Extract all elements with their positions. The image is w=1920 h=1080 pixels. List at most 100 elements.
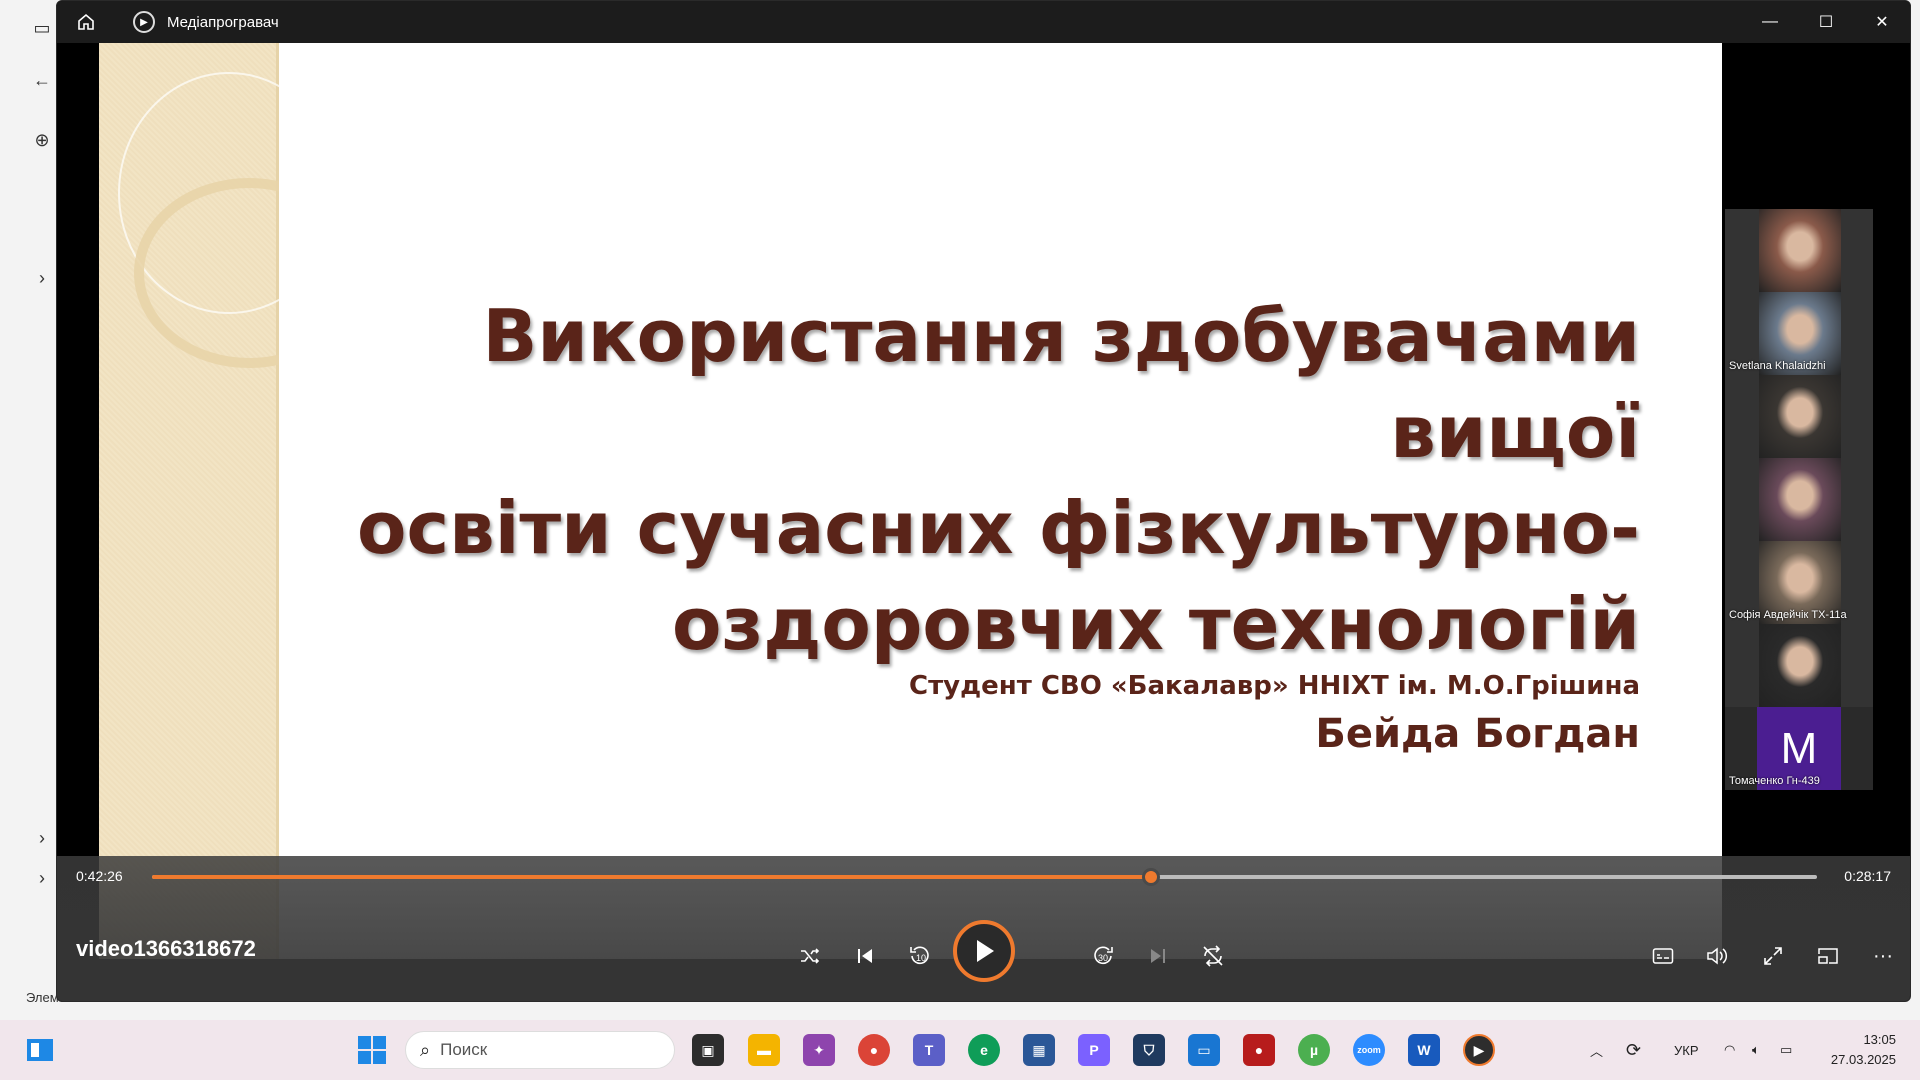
search-icon: ⌕ [420,1039,431,1060]
mini-player-button[interactable] [1810,938,1846,974]
app-p-button[interactable]: P [1078,1034,1110,1066]
next-icon [1151,949,1165,963]
widgets-icon [27,1039,53,1061]
back-arrow-icon[interactable]: ← [28,66,56,94]
repeat-button[interactable] [1195,938,1231,974]
chevron-right-icon[interactable]: › [28,264,56,292]
participant-tile: Svetlana Khalaidzhi [1725,292,1873,375]
elapsed-time: 0:42:26 [76,868,123,884]
seek-progress [152,875,1151,879]
word-button[interactable]: W [1408,1034,1440,1066]
forward-30-icon: 30 [1094,946,1113,965]
slide-title-line: оздоровчих технологій [671,582,1640,666]
word-icon: W [1417,1042,1431,1058]
rewind-10-button[interactable]: 10 [902,938,938,974]
fullscreen-icon [1764,947,1782,965]
previous-icon [858,949,872,963]
captions-icon [1652,948,1674,964]
participant-strip: Svetlana Khalaidzhi Софія Авдейчік ТХ-11а… [1725,209,1873,790]
volume-tray-button[interactable]: 🔈︎ [1752,1020,1760,1080]
sync-icon: ⟳ [1626,1039,1642,1060]
windows-logo-icon [358,1036,386,1064]
previous-button[interactable] [847,938,883,974]
recorder-icon: ● [1254,1042,1264,1058]
chevron-right-icon[interactable]: › [28,864,56,892]
search-placeholder: Поиск [440,1040,488,1059]
start-button[interactable] [356,1034,388,1066]
taskbar: ⌕ Поиск ▣ ▬ ✦ ● T e ▦ P ⛉ ▭ ● µ zoom W ▶… [0,1020,1920,1080]
recorder-button[interactable]: ● [1243,1034,1275,1066]
home-button[interactable] [57,1,115,43]
security-app-button[interactable]: ⛉ [1133,1034,1165,1066]
participant-name: Софія Авдейчік ТХ-11а [1729,609,1847,621]
zoom-button[interactable]: zoom [1353,1034,1385,1066]
media-player-taskbar-button[interactable]: ▶ [1463,1034,1495,1066]
utorrent-icon: µ [1309,1042,1319,1058]
participant-tile: M Томаченко Гн-439 [1725,707,1873,790]
maximize-button[interactable]: ☐ [1798,1,1854,43]
battery-icon: ▭ [1780,1042,1793,1057]
title-bar: ▶ Медіапрогравач — ☐ ✕ [57,1,1910,43]
volume-button[interactable] [1700,938,1736,974]
language-indicator[interactable]: УКР [1674,1020,1699,1080]
utorrent-button[interactable]: µ [1298,1034,1330,1066]
teams-button[interactable]: T [913,1034,945,1066]
battery-button[interactable]: ▭ [1780,1020,1792,1080]
window-title: Медіапрогравач [167,13,279,31]
participant-tile: Софія Авдейчік ТХ-11а [1725,541,1873,624]
minimize-button[interactable]: — [1742,1,1798,43]
slide-decoration [99,43,364,959]
sync-button[interactable]: ⟳ [1626,1020,1641,1080]
edge-icon: e [980,1042,988,1058]
play-button[interactable] [953,920,1015,982]
rewind-10-icon: 10 [910,946,929,965]
speaker-icon: 🔈︎ [1752,1042,1760,1057]
file-explorer-button[interactable]: ▬ [748,1034,780,1066]
chevron-right-icon[interactable]: › [28,824,56,852]
home-icon [78,13,94,30]
wifi-button[interactable]: ◠ [1724,1020,1735,1080]
taskbar-search[interactable]: ⌕ Поиск [405,1031,675,1069]
participant-tile [1725,458,1873,541]
seek-bar[interactable] [152,868,1817,886]
more-options-button[interactable]: ··· [1865,938,1901,974]
task-view-button[interactable]: ▣ [692,1034,724,1066]
edge-button[interactable]: e [968,1034,1000,1066]
new-icon[interactable]: ⊕ [28,126,56,154]
folder-icon: ▬ [757,1042,771,1058]
participant-video [1759,375,1841,458]
store-button[interactable]: ▦ [1023,1034,1055,1066]
shield-icon: ⛉ [1143,1041,1155,1058]
remote-desktop-button[interactable]: ▭ [1188,1034,1220,1066]
slide-author: Бейда Богдан [1315,711,1640,757]
participant-video [1759,458,1841,541]
copilot-button[interactable]: ✦ [803,1034,835,1066]
task-view-icon: ▣ [701,1041,715,1058]
chrome-icon: ● [869,1042,879,1058]
shuffle-icon [801,948,820,964]
seek-thumb[interactable] [1142,868,1160,886]
participant-tile [1725,209,1873,292]
app-p-icon: P [1089,1042,1099,1058]
clock[interactable]: 13:05 27.03.2025 [1831,1030,1896,1070]
captions-button[interactable] [1645,938,1681,974]
chrome-button[interactable]: ● [858,1034,890,1066]
participant-tile [1725,624,1873,707]
close-button[interactable]: ✕ [1854,1,1910,43]
play-icon [977,940,994,962]
widgets-button[interactable] [24,1034,56,1066]
play-icon: ▶ [1473,1041,1485,1058]
store-icon: ▦ [1032,1041,1046,1058]
video-frame: Використання здобувачами вищої освіти су… [99,43,1722,959]
fullscreen-button[interactable] [1755,938,1791,974]
chevron-up-icon: ︿ [1590,1043,1604,1059]
tray-overflow-button[interactable]: ︿ [1590,1020,1603,1080]
next-button[interactable] [1140,938,1176,974]
participant-video [1759,624,1841,707]
repeat-off-icon [1203,945,1223,967]
shuffle-button[interactable] [792,938,828,974]
slide-student-line: Студент СВО «Бакалавр» ННІХТ ім. М.О.Грі… [909,671,1640,701]
remote-desktop-icon: ▭ [1197,1041,1211,1058]
forward-30-button[interactable]: 30 [1085,938,1121,974]
language-label: УКР [1674,1042,1699,1058]
